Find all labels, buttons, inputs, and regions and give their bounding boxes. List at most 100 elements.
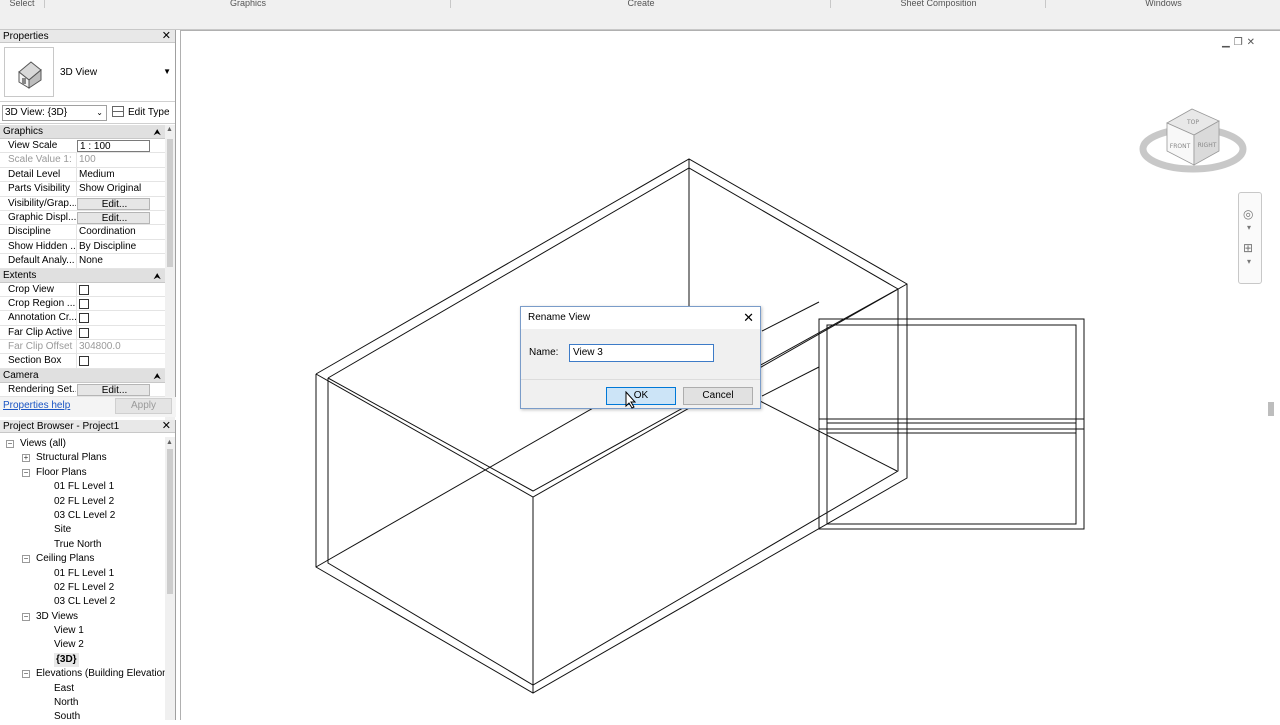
ribbon-panel-graphics[interactable]: Graphics (46, 0, 451, 8)
tree-item[interactable]: Site (0, 523, 165, 537)
ribbon-panel-windows[interactable]: Windows (1047, 0, 1280, 8)
steering-wheel-icon[interactable]: ◎ (1243, 207, 1253, 221)
tree-item[interactable]: 01 FL Level 1 (0, 480, 165, 494)
far-clip-active-checkbox[interactable] (79, 327, 89, 338)
chevron-down-icon[interactable]: ▼ (163, 67, 171, 76)
cancel-button[interactable]: Cancel (683, 387, 753, 405)
edit-type-button[interactable]: Edit Type (112, 105, 170, 121)
prop-detail-level: Detail Level Medium (0, 167, 165, 183)
tree-item-label: 03 CL Level 2 (54, 596, 116, 608)
canvas-scroll-thumb[interactable] (1268, 402, 1274, 416)
project-browser: Project Browser - Project1 ✕ − Views (all… (0, 420, 176, 722)
zoom-icon[interactable]: ⊞ (1243, 241, 1253, 255)
properties-grid: Graphics ⮝ View Scale 1 : 100 Scale Value… (0, 125, 165, 398)
group-camera[interactable]: Camera ⮝ (0, 368, 165, 383)
annotation-crop-checkbox[interactable] (79, 313, 89, 324)
chevron-down-icon[interactable]: ▾ (1247, 223, 1251, 232)
instance-selector-value: 3D View: {3D} (5, 107, 68, 118)
tree-item-label: South (54, 711, 81, 723)
tree-item[interactable]: + Structural Plans (0, 451, 165, 465)
tree-item[interactable]: South (0, 710, 165, 724)
chevron-down-icon[interactable]: ▾ (1247, 257, 1251, 266)
visibility-graphics-edit-button[interactable]: Edit... (77, 197, 150, 210)
group-graphics[interactable]: Graphics ⮝ (0, 125, 165, 139)
scroll-up-icon[interactable]: ▲ (166, 439, 173, 446)
collapse-icon[interactable]: − (6, 440, 14, 448)
type-selector[interactable]: 3D View ▼ (0, 43, 175, 102)
prop-value: 304800.0 (76, 340, 165, 355)
ribbon-panel-create[interactable]: Create (452, 0, 831, 8)
collapse-icon[interactable]: ⮝ (153, 125, 161, 139)
prop-far-clip-offset: Far Clip Offset 304800.0 (0, 340, 165, 355)
scrollbar-thumb[interactable] (167, 139, 173, 267)
tree-item[interactable]: 03 CL Level 2 (0, 595, 165, 609)
tree-item[interactable]: 02 FL Level 2 (0, 581, 165, 595)
collapse-icon[interactable]: − (22, 612, 30, 621)
tree-item[interactable]: {3D} (0, 652, 165, 667)
collapse-icon[interactable]: ⮝ (153, 269, 161, 283)
ok-button[interactable]: OK (606, 387, 676, 405)
browser-scrollbar[interactable]: ▲ (165, 437, 175, 720)
dialog-title: Rename View (528, 312, 591, 323)
scrollbar-thumb[interactable] (167, 449, 173, 594)
group-label: Camera (3, 369, 39, 381)
viewcube[interactable]: TOP FRONT RIGHT (1139, 93, 1249, 183)
tree-item-label: 3D Views (36, 610, 79, 622)
prop-value[interactable]: Coordination (76, 225, 165, 240)
collapse-icon[interactable]: − (22, 670, 30, 679)
prop-label: Detail Level (8, 168, 61, 180)
view-scale-input[interactable]: 1 : 100 (77, 140, 150, 152)
tree-item[interactable]: − Floor Plans (0, 466, 165, 480)
instance-selector[interactable]: 3D View: {3D} ⌄ (2, 105, 107, 121)
viewcube-right-label[interactable]: RIGHT (1198, 142, 1217, 149)
ribbon-panel-sheet-composition[interactable]: Sheet Composition (832, 0, 1046, 8)
crop-region-checkbox[interactable] (79, 298, 89, 309)
tree-item[interactable]: View 1 (0, 624, 165, 638)
tree-item[interactable]: − Ceiling Plans (0, 552, 165, 566)
tree-item[interactable]: − Views (all) (0, 437, 165, 451)
close-icon[interactable]: ✕ (1247, 37, 1259, 48)
crop-view-checkbox[interactable] (79, 284, 89, 295)
group-extents[interactable]: Extents ⮝ (0, 268, 165, 283)
close-icon[interactable]: ✕ (743, 310, 754, 326)
tree-item[interactable]: East (0, 682, 165, 696)
prop-parts-visibility: Parts Visibility Show Original (0, 182, 165, 197)
viewcube-top-label[interactable]: TOP (1186, 119, 1199, 126)
prop-value[interactable]: Medium (76, 167, 165, 182)
prop-value (76, 311, 165, 326)
tree-item[interactable]: True North (0, 538, 165, 552)
graphic-display-edit-button[interactable]: Edit... (77, 211, 150, 224)
tree-item[interactable]: 02 FL Level 2 (0, 495, 165, 509)
close-icon[interactable]: ✕ (162, 30, 171, 43)
prop-value (76, 354, 165, 369)
prop-label: Parts Visibility (8, 183, 71, 195)
prop-value[interactable]: Show Original (76, 182, 165, 197)
prop-view-scale: View Scale 1 : 100 (0, 139, 165, 154)
tree-item[interactable]: 01 FL Level 1 (0, 567, 165, 581)
close-icon[interactable]: ✕ (162, 420, 171, 433)
tree-item[interactable]: 03 CL Level 2 (0, 509, 165, 523)
tree-item[interactable]: North (0, 696, 165, 710)
viewcube-front-label[interactable]: FRONT (1170, 143, 1191, 150)
expand-icon[interactable]: + (22, 454, 30, 463)
section-box-checkbox[interactable] (79, 356, 89, 367)
tree-item[interactable]: View 2 (0, 638, 165, 652)
tree-item[interactable]: −3D Views (0, 610, 165, 624)
minimize-icon[interactable]: ▁ (1222, 37, 1234, 48)
rendering-settings-edit-button[interactable]: Edit... (77, 383, 150, 396)
properties-scrollbar[interactable]: ▲ ▼ (165, 125, 175, 422)
collapse-icon[interactable]: ⮝ (153, 369, 161, 383)
collapse-icon[interactable]: − (22, 555, 30, 564)
tree-item[interactable]: − Elevations (Building Elevation) (0, 667, 171, 681)
scroll-up-icon[interactable]: ▲ (166, 126, 173, 133)
ribbon-panel-select[interactable]: Select (0, 0, 45, 8)
prop-value[interactable]: By Discipline (76, 239, 165, 254)
prop-value (76, 296, 165, 311)
prop-value[interactable]: None (76, 254, 165, 269)
collapse-icon[interactable]: − (22, 468, 30, 477)
name-input[interactable]: View 3 (569, 344, 714, 362)
properties-help-link[interactable]: Properties help (3, 400, 70, 411)
apply-button[interactable]: Apply (115, 398, 172, 414)
navigation-bar: ◎ ▾ ⊞ ▾ (1238, 192, 1262, 284)
restore-icon[interactable]: ❐ (1234, 37, 1247, 48)
